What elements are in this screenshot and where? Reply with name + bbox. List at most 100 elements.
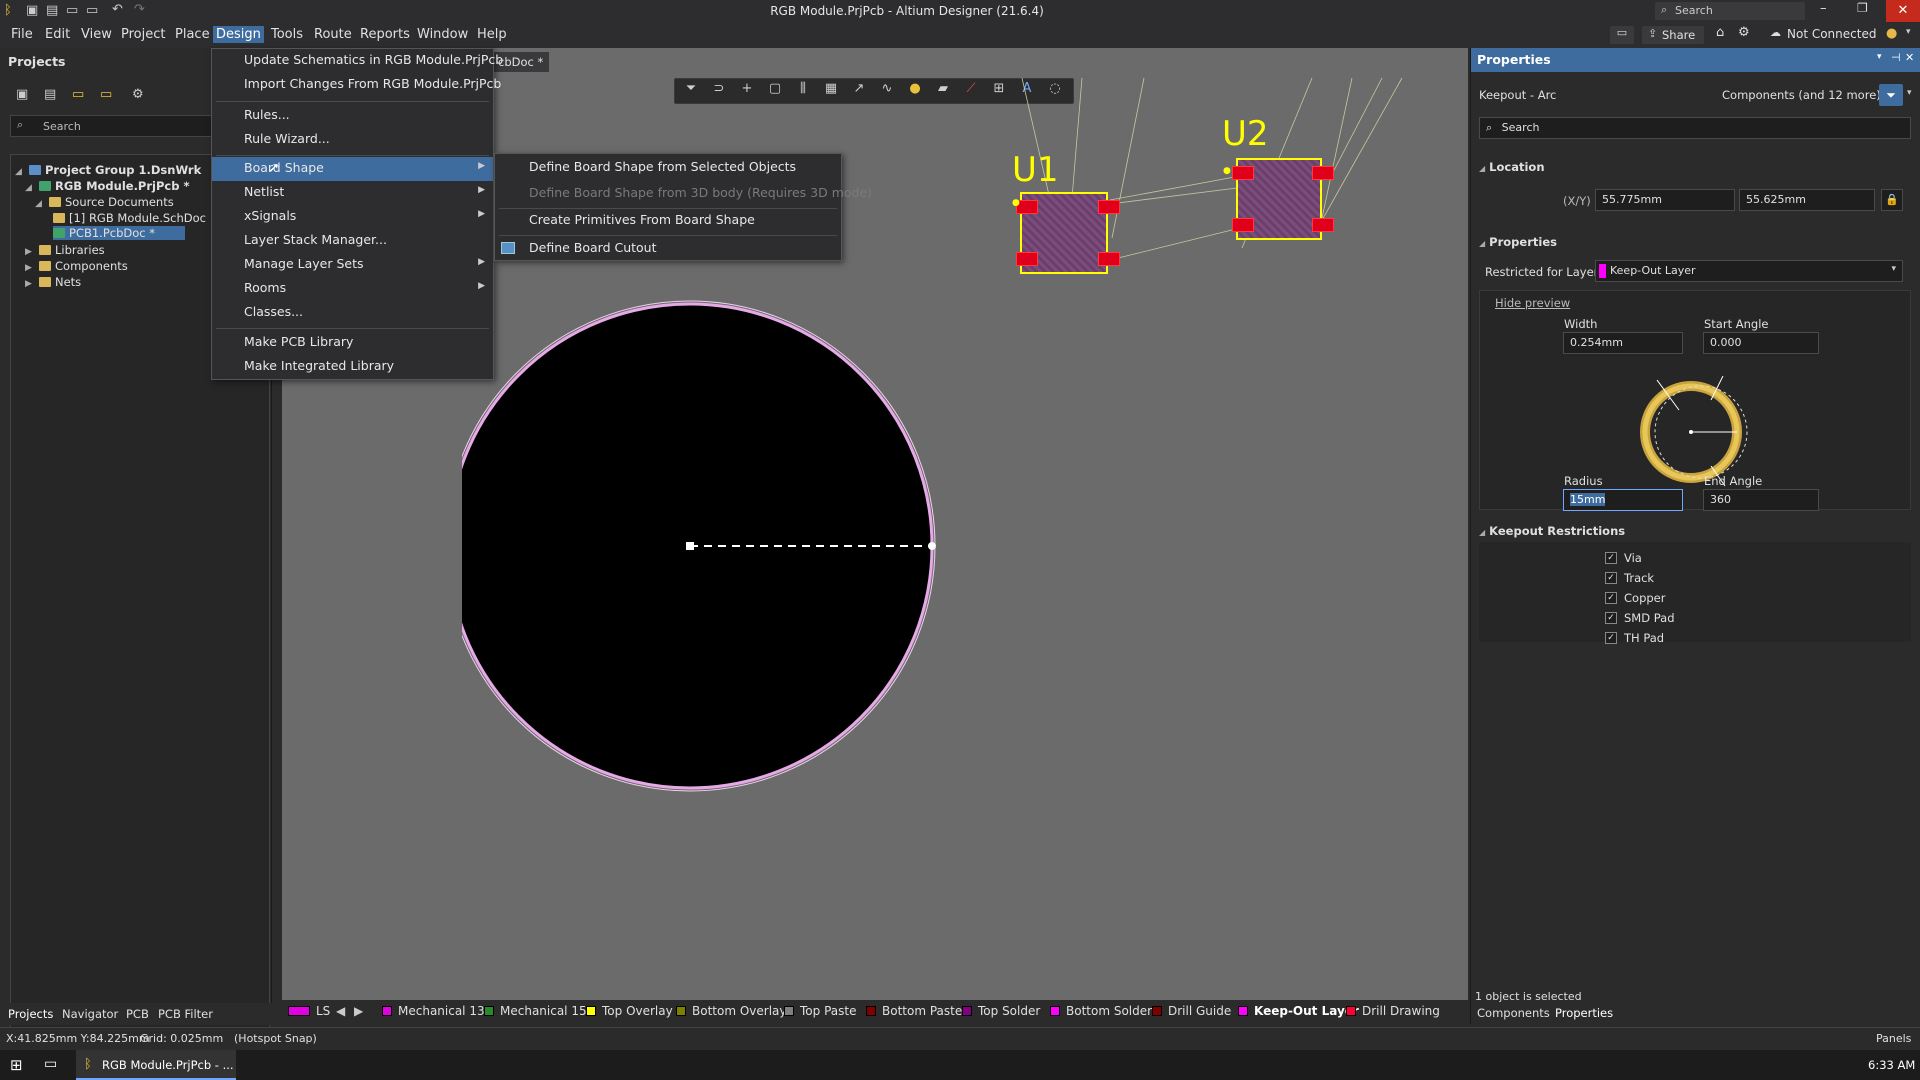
hide-preview-link[interactable]: Hide preview [1495,296,1570,310]
menu-view[interactable]: View [78,26,115,43]
pin-icon[interactable]: ⊣ [1891,51,1901,64]
layer-tab-bottom-paste[interactable]: Bottom Paste [866,1004,962,1018]
menu-design[interactable]: Design [213,26,264,43]
layer-tab-bottom-overlay[interactable]: Bottom Overlay [676,1004,786,1018]
tab-properties[interactable]: Properties [1555,1006,1613,1020]
pad[interactable] [1098,200,1120,214]
menu-window[interactable]: Window [414,26,471,43]
save-project-icon[interactable]: ▣ [16,87,28,102]
project-options-icon[interactable]: ▭ [100,87,112,102]
menu-reports[interactable]: Reports [357,26,413,43]
layer-tab-drill-drawing[interactable]: Drill Drawing [1346,1004,1440,1018]
pad[interactable] [1098,252,1120,266]
layer-tab-top-paste[interactable]: Top Paste [784,1004,856,1018]
menu-define-board-cutout[interactable]: Define Board Cutout [495,237,841,261]
global-search-input[interactable]: ⌕ Search [1655,2,1805,20]
tab-projects[interactable]: Projects [8,1007,53,1021]
menu-make-integrated-library[interactable]: Make Integrated Library [212,355,493,379]
tab-components[interactable]: Components [1477,1006,1550,1020]
close-button[interactable]: ✕ [1886,0,1920,22]
layer-tab-top-solder[interactable]: Top Solder [962,1004,1040,1018]
home-icon[interactable]: ⌂ [1716,25,1724,40]
end-angle-input[interactable]: 360 [1703,489,1819,511]
pad[interactable] [1312,166,1334,180]
location-x-input[interactable]: 55.775mm [1595,189,1735,211]
layer-tab-top-overlay[interactable]: Top Overlay [586,1004,673,1018]
user-avatar[interactable]: ● [1886,26,1897,41]
tree-item-libraries[interactable]: ▶ Libraries [25,243,105,257]
menu-file[interactable]: File [8,26,36,43]
filter-button[interactable]: ⏷ [1879,84,1903,106]
menu-import-changes[interactable]: Import Changes From RGB Module.PrjPcb [212,73,501,97]
chat-icon[interactable]: ▭ [1610,26,1634,44]
panel-menu-icon[interactable]: ▾ [1877,52,1882,62]
radius-input[interactable]: 15mm [1563,489,1683,511]
lock-icon[interactable]: 🔒 [1881,189,1903,211]
pad[interactable] [1016,252,1038,266]
settings-gear-icon[interactable]: ⚙ [132,87,144,102]
tree-item-source-documents[interactable]: ◢ Source Documents [35,195,174,209]
menu-layer-stack-manager[interactable]: Layer Stack Manager... [212,229,493,253]
restore-button[interactable]: ❐ [1857,1,1868,15]
chevron-down-icon[interactable]: ▾ [1907,88,1912,98]
th-pad-checkbox[interactable]: ✓ [1605,632,1617,644]
menu-update-schematics[interactable]: Update Schematics in RGB Module.PrjPcb [212,49,503,73]
tree-item-schdoc[interactable]: [1] RGB Module.SchDoc [53,211,206,225]
via-checkbox[interactable]: ✓ [1605,552,1617,564]
component-u2[interactable] [1232,158,1334,240]
properties-section-header[interactable]: ◢ Properties [1479,235,1557,249]
component-u1[interactable] [1016,192,1120,274]
layer-select[interactable]: Keep-Out Layer ▾ [1595,260,1903,282]
tree-item-nets[interactable]: ▶ Nets [25,275,81,289]
properties-search-input[interactable]: ⌕ Search [1479,117,1911,139]
minimize-button[interactable]: – [1820,1,1827,16]
close-panel-icon[interactable]: ✕ [1905,51,1914,64]
menu-help[interactable]: Help [474,26,510,43]
menu-place[interactable]: Place [172,26,213,43]
pad[interactable] [1232,218,1254,232]
share-button[interactable]: ⇪ Share [1642,26,1704,44]
tree-item-project[interactable]: ◢ RGB Module.PrjPcb * [25,179,189,193]
menu-edit[interactable]: Edit [42,26,73,43]
tree-item-project-group[interactable]: ◢ Project Group 1.DsnWrk [15,163,201,177]
menu-rules[interactable]: Rules... [212,104,493,128]
location-section-header[interactable]: ◢ Location [1479,160,1545,174]
connection-status[interactable]: Not Connected [1787,27,1876,41]
layer-tab-drill-guide[interactable]: Drill Guide [1152,1004,1231,1018]
menu-make-pcb-library[interactable]: Make PCB Library [212,331,493,355]
keepout-arc[interactable] [462,298,962,798]
chevron-down-icon[interactable]: ▾ [1906,27,1911,37]
menu-classes[interactable]: Classes... [212,301,493,325]
tree-item-components[interactable]: ▶ Components [25,259,128,273]
layer-set-tab[interactable]: LS [288,1004,330,1018]
open-folder-icon[interactable]: ▭ [72,87,84,102]
taskbar-app-altium[interactable]: ᛒ RGB Module.PrjPcb - ... [76,1050,236,1080]
tab-pcb-filter[interactable]: PCB Filter [158,1007,213,1021]
menu-tools[interactable]: Tools [268,26,306,43]
gear-icon[interactable]: ⚙ [1738,25,1750,40]
smd-pad-checkbox[interactable]: ✓ [1605,612,1617,624]
layer-tab-keep-out[interactable]: Keep-Out Layer [1238,1004,1359,1018]
layer-tab-mechanical-15[interactable]: Mechanical 15 [484,1004,587,1018]
menu-netlist[interactable]: Netlist ▶ [212,181,493,205]
menu-xsignals[interactable]: xSignals ▶ [212,205,493,229]
track-checkbox[interactable]: ✓ [1605,572,1617,584]
pad[interactable] [1312,218,1334,232]
tree-item-pcbdoc[interactable]: PCB1.PcbDoc * [53,226,186,240]
start-angle-input[interactable]: 0.000 [1703,332,1819,354]
menu-define-from-3d[interactable]: Define Board Shape from 3D body (Require… [495,182,872,206]
menu-project[interactable]: Project [118,26,168,43]
menu-define-from-selected[interactable]: Define Board Shape from Selected Objects [495,156,841,180]
panels-button[interactable]: Panels [1876,1032,1911,1045]
task-view-icon[interactable]: ▭ [44,1056,57,1072]
menu-manage-layer-sets[interactable]: Manage Layer Sets ▶ [212,253,493,277]
pad[interactable] [1232,166,1254,180]
scroll-left-icon[interactable]: ◀ [336,1004,345,1018]
location-y-input[interactable]: 55.625mm [1739,189,1875,211]
keepout-section-header[interactable]: ◢ Keepout Restrictions [1479,524,1625,538]
menu-route[interactable]: Route [311,26,355,43]
tab-navigator[interactable]: Navigator [62,1007,118,1021]
scroll-right-icon[interactable]: ▶ [354,1004,363,1018]
copper-checkbox[interactable]: ✓ [1605,592,1617,604]
tab-pcb[interactable]: PCB [126,1007,149,1021]
